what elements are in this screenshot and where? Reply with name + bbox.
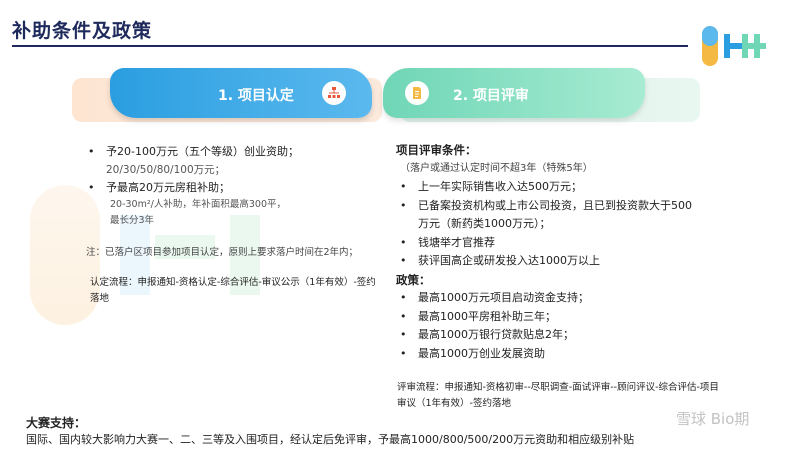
page-title: 补助条件及政策 xyxy=(12,20,153,42)
watermark: 雪球 Bio期 xyxy=(676,410,750,428)
policy-heading: 政策： xyxy=(396,272,431,287)
list-item-detail: 最长分3年 xyxy=(110,215,155,226)
title-rule xyxy=(12,45,688,47)
policy-item: 最高1000万元项目启动资金支持； xyxy=(396,289,726,308)
step-banner-project-review: 2. 项目评审 xyxy=(383,68,645,118)
brand-logo-icon xyxy=(702,26,766,66)
review-conditions: 项目评审条件： （落户或通过认定时间不超3年（特殊5年） 上一年实际销售收入达5… xyxy=(396,141,726,363)
conditions-note: （落户或通过认定时间不超3年（特殊5年） xyxy=(400,162,593,174)
list-item: 予最高20万元房租补助； xyxy=(86,179,386,197)
recognition-note: 注：已落户区项目参加项目认定，原则上要求落户时间在2年内； xyxy=(86,247,359,258)
policy-item: 最高1000万银行贷款贴息2年； xyxy=(396,326,726,345)
policy-item: 最高1000平房租补助三年； xyxy=(396,308,726,327)
step-label: 2. 项目评审 xyxy=(453,88,529,104)
recognition-flow: 认定流程：申报通知-资格认定-综合评估-审议公示（1年有效）-签约落地 xyxy=(90,277,376,304)
contest-heading: 大赛支持： xyxy=(26,416,87,430)
document-icon xyxy=(405,81,429,105)
step-label: 1. 项目认定 xyxy=(218,88,294,104)
org-chart-icon xyxy=(322,81,346,105)
list-item: 予20-100万元（五个等级）创业资助； xyxy=(86,143,386,161)
list-item-detail: 20/30/50/80/100万元； xyxy=(106,164,226,176)
policy-item: 最高1000万创业发展资助 xyxy=(396,345,726,364)
condition-item: 已备案投资机构或上市公司投资，且已到投资款大于500万元（新药类1000万元）； xyxy=(396,197,696,234)
condition-item: 获评国高企或研发投入达1000万以上 xyxy=(396,252,726,271)
list-item-detail: 20-30m²/人补助，年补面积最高300平， xyxy=(110,199,287,210)
recognition-policy-list: 予20-100万元（五个等级）创业资助； 20/30/50/80/100万元； … xyxy=(86,143,386,307)
condition-item: 钱塘举才官推荐 xyxy=(396,234,726,253)
contest-text: 国际、国内较大影响力大赛一、二、三等及入围项目，经认定后免评审，予最高1000/… xyxy=(26,433,635,446)
step-banner-project-recognition: 1. 项目认定 xyxy=(110,68,372,118)
condition-item: 上一年实际销售收入达500万元； xyxy=(396,178,726,197)
conditions-heading: 项目评审条件： xyxy=(396,143,477,157)
